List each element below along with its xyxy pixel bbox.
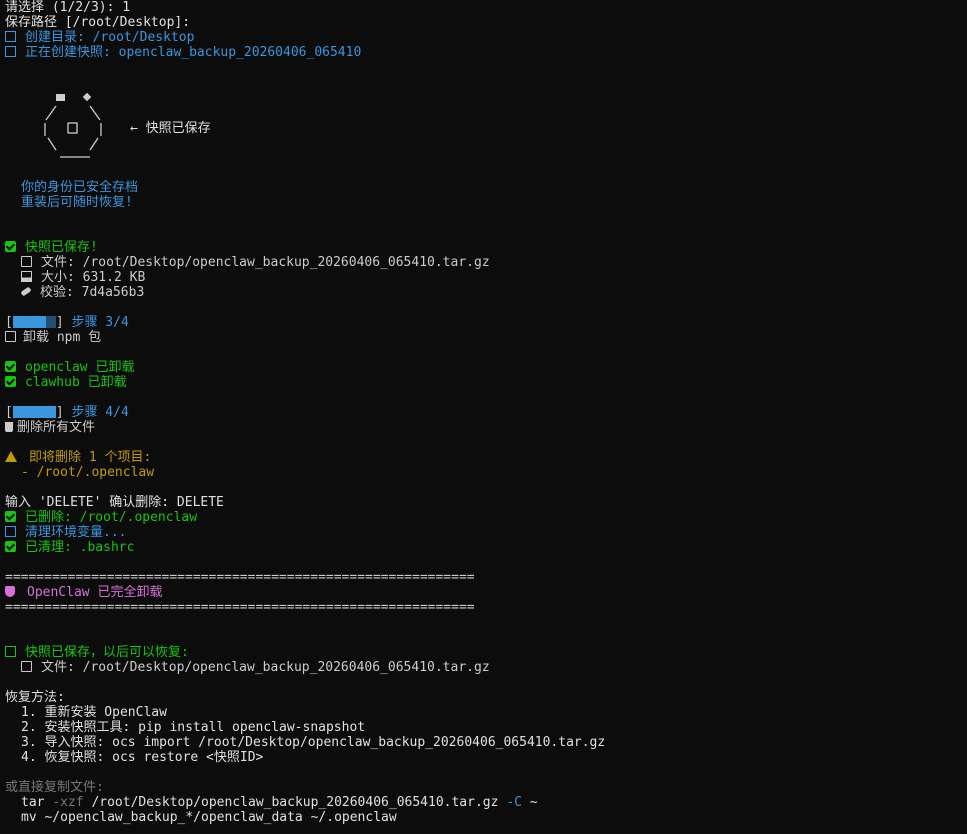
check-icon — [5, 376, 16, 387]
msg-mkdir: 创建目录: /root/Desktop — [5, 30, 962, 45]
document-icon — [21, 661, 32, 672]
package-icon — [5, 331, 16, 342]
step4-deleted: 已删除: /root/.openclaw — [5, 510, 962, 525]
disk-icon — [5, 646, 16, 657]
art-caption-1: 你的身份已安全存档 — [21, 180, 139, 195]
restore-mv-command: mv ~/openclaw_backup_*/openclaw_data ~/.… — [21, 810, 397, 825]
check-icon — [5, 241, 16, 252]
prompt-select: 请选择 (1/2/3): 1 — [5, 0, 131, 15]
restore-step-3: 3. 导入快照: ocs import /root/Desktop/opencl… — [21, 735, 606, 750]
step4-target: - /root/.openclaw — [21, 465, 155, 480]
step4-warning: 即将删除 1 个项目: — [5, 450, 962, 465]
check-icon — [5, 511, 16, 522]
snapshot-saved: 快照已保存! — [5, 240, 962, 255]
snapshot-file: 文件: /root/Desktop/openclaw_backup_202604… — [5, 255, 962, 270]
step3-item-clawhub: clawhub 已卸载 — [5, 375, 962, 390]
trash-icon — [5, 422, 13, 432]
prompt-save-path: 保存路径 [/root/Desktop]: — [5, 15, 191, 30]
step4-header: [] 步骤 4/4 — [5, 405, 129, 420]
envelope-icon — [56, 94, 65, 101]
check-icon — [5, 361, 16, 372]
art-caption-2: 重装后可随时恢复! — [21, 195, 133, 210]
snapshot-art-label: ← 快照已保存 — [130, 121, 211, 136]
shield-icon — [5, 586, 15, 597]
step3-title: 卸载 npm 包 — [5, 330, 962, 345]
warning-icon — [5, 451, 17, 462]
step3-item-openclaw: openclaw 已卸载 — [5, 360, 962, 375]
msg-creating-snapshot: 正在创建快照: openclaw_backup_20260406_065410 — [5, 45, 962, 60]
summary-rule-top: ========================================… — [5, 570, 475, 585]
document-icon — [21, 256, 32, 267]
broom-icon — [5, 526, 16, 537]
step3-progress-fill — [12, 316, 46, 328]
summary-rule-bottom: ========================================… — [5, 600, 475, 615]
snapshot-checksum: 校验: 7d4a56b3 — [5, 285, 962, 300]
step3-progress-empty — [45, 316, 56, 328]
satellite-icon — [82, 92, 92, 102]
folder-icon — [5, 31, 16, 42]
summary-done: OpenClaw 已完全卸载 — [5, 585, 962, 600]
terminal-window[interactable]: 请选择 (1/2/3): 1 保存路径 [/root/Desktop]: 创建目… — [0, 0, 967, 834]
step4-cleaned: 已清理: .bashrc — [5, 540, 962, 555]
restore-step-1: 1. 重新安装 OpenClaw — [21, 705, 167, 720]
restore-tar-command: tar -xzf /root/Desktop/openclaw_backup_2… — [21, 795, 538, 810]
check-icon — [5, 541, 16, 552]
restore-step-2: 2. 安装快照工具: pip install openclaw-snapshot — [21, 720, 366, 735]
tag-icon — [20, 286, 32, 297]
restore-step-4: 4. 恢复快照: ocs restore <快照ID> — [21, 750, 264, 765]
restore-alt-heading: 或直接复制文件: — [5, 780, 104, 795]
step3-header: [] 步骤 3/4 — [5, 315, 129, 330]
summary-saved: 快照已保存，以后可以恢复: — [5, 645, 962, 660]
step4-progress-fill — [12, 406, 56, 418]
step4-title: 删除所有文件 — [5, 420, 962, 435]
restore-heading: 恢复方法: — [5, 690, 65, 705]
summary-file: 文件: /root/Desktop/openclaw_backup_202604… — [5, 660, 962, 675]
snapshot-size: 大小: 631.2 KB — [5, 270, 962, 285]
camera-icon — [5, 46, 16, 57]
chart-icon — [21, 271, 32, 282]
step4-cleaning: 清理环境变量... — [5, 525, 962, 540]
step4-confirm: 输入 'DELETE' 确认删除: DELETE — [5, 495, 224, 510]
